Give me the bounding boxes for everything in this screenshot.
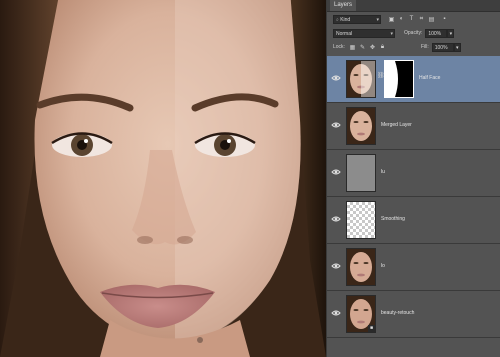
layer-thumbnail[interactable]: [346, 154, 376, 192]
layers-panel: Layers ⌕ Kind ▾ ▣ ◐ T ⌗ ▤ ▪ Normal ▾ Opa…: [326, 0, 500, 357]
eye-icon[interactable]: [331, 73, 341, 83]
search-icon: ⌕: [336, 16, 339, 23]
filter-toggle-icon[interactable]: ▪: [440, 15, 449, 24]
opacity-label: Opacity:: [404, 30, 423, 36]
face-thumbnail-icon: [347, 61, 375, 97]
fill-input[interactable]: 100%: [431, 42, 454, 52]
lock-row: Lock: ▦ ✎ ✥ 🔒︎ Fill: 100% ▾: [327, 40, 500, 54]
document-canvas[interactable]: [0, 0, 326, 357]
panel-tab-bar: Layers: [327, 0, 500, 12]
lock-pixels-icon[interactable]: ▦: [348, 43, 357, 52]
layer-thumbnail[interactable]: [346, 60, 376, 98]
smart-object-filter-icon[interactable]: ▤: [427, 15, 436, 24]
layer-row-lo[interactable]: lo: [327, 244, 500, 291]
type-filter-icon[interactable]: T: [407, 15, 416, 24]
tab-layers[interactable]: Layers: [330, 0, 357, 11]
lock-label: Lock:: [333, 44, 345, 50]
face-thumbnail-icon: [347, 108, 375, 144]
filter-row: ⌕ Kind ▾ ▣ ◐ T ⌗ ▤ ▪: [327, 12, 500, 26]
layer-row-lu[interactable]: lu: [327, 150, 500, 197]
layer-thumbnail[interactable]: [346, 107, 376, 145]
fill-dropdown[interactable]: ▾: [453, 42, 461, 52]
layer-row-half-face[interactable]: ⛓︎ Half Face: [327, 56, 500, 103]
layer-thumbnail[interactable]: [346, 201, 376, 239]
portrait-photo: [0, 0, 326, 357]
layer-thumbnail[interactable]: [346, 248, 376, 286]
layer-name[interactable]: Smoothing: [381, 216, 405, 222]
eye-icon[interactable]: [331, 214, 341, 224]
layer-name[interactable]: Half Face: [419, 75, 440, 81]
layer-name[interactable]: beauty-retouch: [381, 310, 414, 316]
mask-thumbnail-icon: [385, 61, 413, 97]
layer-row-merged-layer[interactable]: Merged Layer: [327, 103, 500, 150]
chevron-down-icon: ▾: [376, 16, 379, 23]
blend-mode-select[interactable]: Normal ▾: [333, 28, 395, 38]
blend-row: Normal ▾ Opacity: 100% ▾: [327, 26, 500, 40]
layer-mask-thumbnail[interactable]: [384, 60, 414, 98]
opacity-input[interactable]: 100%: [425, 28, 448, 38]
eye-icon[interactable]: [331, 120, 341, 130]
lock-icon: ■: [368, 325, 375, 332]
chevron-down-icon: ▾: [449, 30, 453, 37]
eye-icon[interactable]: [331, 308, 341, 318]
layer-name[interactable]: lu: [381, 169, 385, 175]
layer-row-beauty-retouch[interactable]: ■ beauty-retouch: [327, 291, 500, 338]
chevron-down-icon: ▾: [455, 44, 459, 51]
layer-list: ⛓︎ Half Face Merged Layer lu Smoothing l…: [327, 53, 500, 357]
link-icon[interactable]: ⛓︎: [377, 72, 385, 82]
shape-filter-icon[interactable]: ⌗: [417, 15, 426, 24]
eye-icon[interactable]: [331, 261, 341, 271]
layer-name[interactable]: lo: [381, 263, 385, 269]
layer-name[interactable]: Merged Layer: [381, 122, 412, 128]
opacity-dropdown[interactable]: ▾: [447, 28, 455, 38]
fill-label: Fill:: [420, 44, 429, 50]
lock-image-icon[interactable]: ✎: [358, 43, 367, 52]
lock-position-icon[interactable]: ✥: [368, 43, 377, 52]
filter-kind-select[interactable]: ⌕ Kind ▾: [333, 14, 381, 24]
adjustment-filter-icon[interactable]: ◐: [397, 15, 406, 24]
chevron-down-icon: ▾: [390, 30, 393, 37]
layer-row-smoothing[interactable]: Smoothing: [327, 197, 500, 244]
eye-icon[interactable]: [331, 167, 341, 177]
image-filter-icon[interactable]: ▣: [387, 15, 396, 24]
lock-all-icon[interactable]: 🔒︎: [378, 43, 387, 52]
face-thumbnail-icon: [347, 249, 375, 285]
